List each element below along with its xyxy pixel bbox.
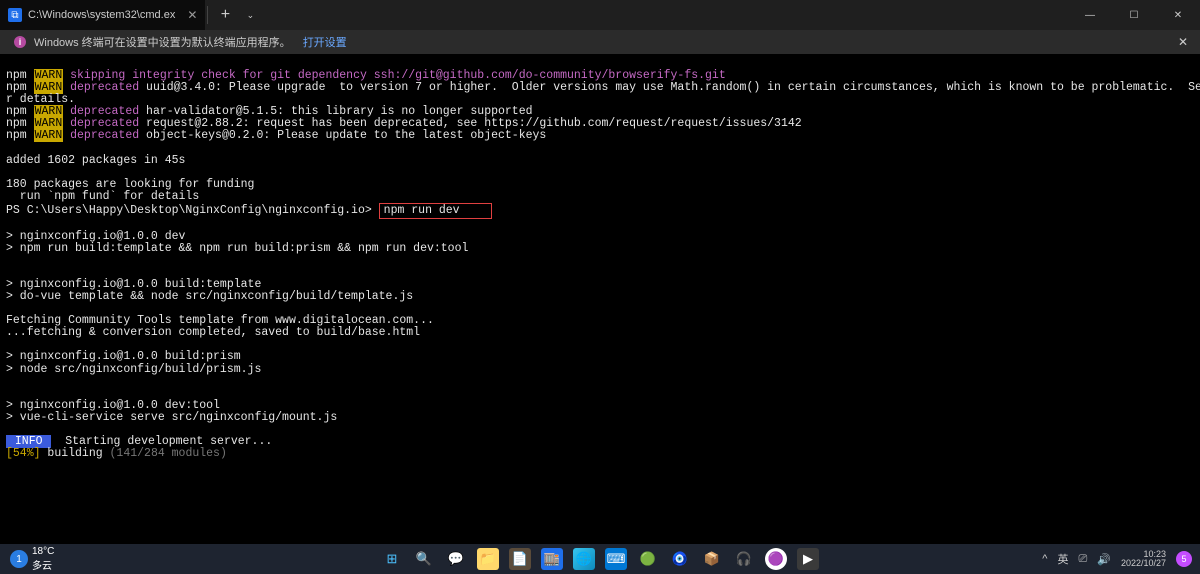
script-echo: > do-vue template && node src/nginxconfi…	[6, 290, 413, 303]
notification-badge[interactable]: 5	[1176, 551, 1192, 567]
progress-detail: (141/284 modules)	[110, 447, 227, 460]
info-text: Starting development server...	[51, 435, 272, 448]
powershell-icon: ⧉	[8, 8, 22, 22]
explorer-icon[interactable]: 📁	[477, 548, 499, 570]
weather-temp: 18°C	[32, 546, 54, 557]
warn-badge: WARN	[34, 81, 64, 94]
windows-taskbar: 1 18°C 多云 ⊞ 🔍 💬 📁 📄 🏬 🌐 ⌨ 🟢 🧿 📦 🎧 🟣 ▶ ^ …	[0, 544, 1200, 574]
store-icon[interactable]: 🏬	[541, 548, 563, 570]
network-icon[interactable]: ⎚	[1078, 553, 1087, 566]
volume-icon[interactable]: 🔊	[1097, 553, 1111, 566]
script-echo: > npm run build:template && npm run buil…	[6, 242, 468, 255]
clock-date: 2022/10/27	[1121, 559, 1166, 568]
prompt-path: PS C:\Users\Happy\Desktop\NginxConfig\ng…	[6, 204, 379, 217]
tab-close-icon[interactable]: ✕	[187, 8, 197, 22]
deprecated-label: deprecated	[63, 105, 139, 118]
notification-close-button[interactable]: ✕	[1178, 35, 1188, 49]
clock[interactable]: 10:23 2022/10/27	[1121, 550, 1166, 569]
script-echo: > nginxconfig.io@1.0.0 dev	[6, 230, 185, 243]
search-button[interactable]: 🔍	[413, 548, 435, 570]
progress-percent: [54%]	[6, 447, 41, 460]
window-close-button[interactable]: ✕	[1156, 0, 1200, 30]
highlighted-command: npm run dev	[379, 203, 493, 219]
taskbar-apps: ⊞ 🔍 💬 📁 📄 🏬 🌐 ⌨ 🟢 🧿 📦 🎧 🟣 ▶	[381, 548, 819, 570]
edge-icon[interactable]: 🌐	[573, 548, 595, 570]
fetch-line: ...fetching & conversion completed, save…	[6, 326, 420, 339]
install-summary: added 1602 packages in 45s	[6, 154, 185, 167]
terminal-output[interactable]: npm WARN skipping integrity check for gi…	[0, 54, 1200, 464]
warn-badge: WARN	[34, 69, 64, 82]
npm-label: npm	[6, 105, 34, 118]
app-icon[interactable]: 📄	[509, 548, 531, 570]
npm-label: npm	[6, 81, 34, 94]
funding-hint: run `npm fund` for details	[6, 190, 199, 203]
app-icon[interactable]: 🧿	[669, 548, 691, 570]
default-terminal-notification: i Windows 终端可在设置中设置为默认终端应用程序。 打开设置 ✕	[0, 30, 1200, 54]
task-view-button[interactable]: 💬	[445, 548, 467, 570]
deprecated-label: deprecated	[63, 81, 139, 94]
script-echo: > vue-cli-service serve src/nginxconfig/…	[6, 411, 337, 424]
warn-text: uuid@3.4.0: Please upgrade to version 7 …	[139, 81, 1200, 94]
tab-title: C:\Windows\system32\cmd.ex	[28, 9, 175, 21]
warn-text: har-validator@5.1.5: this library is no …	[139, 105, 532, 118]
npm-label: npm	[6, 69, 34, 82]
tab-separator	[207, 6, 208, 24]
taskbar-weather[interactable]: 1 18°C 多云	[10, 546, 54, 572]
script-echo: > node src/nginxconfig/build/prism.js	[6, 363, 261, 376]
weather-icon: 1	[10, 550, 28, 568]
fetch-line: Fetching Community Tools template from w…	[6, 314, 434, 327]
new-tab-button[interactable]: +	[210, 6, 240, 24]
script-echo: > nginxconfig.io@1.0.0 dev:tool	[6, 399, 220, 412]
notification-text: Windows 终端可在设置中设置为默认终端应用程序。	[34, 34, 291, 50]
chrome-icon[interactable]: 🟣	[765, 548, 787, 570]
wechat-icon[interactable]: 🟢	[637, 548, 659, 570]
open-settings-link[interactable]: 打开设置	[303, 34, 347, 50]
warn-badge: WARN	[34, 105, 64, 118]
vscode-icon[interactable]: ⌨	[605, 548, 627, 570]
terminal-icon[interactable]: ▶	[797, 548, 819, 570]
system-tray: ^ 英 ⎚ 🔊 10:23 2022/10/27 5	[1042, 550, 1192, 569]
script-echo: > nginxconfig.io@1.0.0 build:prism	[6, 350, 241, 363]
warn-badge: WARN	[34, 117, 64, 130]
deprecated-label: deprecated	[63, 117, 139, 130]
terminal-tab[interactable]: ⧉ C:\Windows\system32\cmd.ex ✕	[0, 0, 205, 30]
window-maximize-button[interactable]: ☐	[1112, 0, 1156, 30]
vs-icon[interactable]: 📦	[701, 548, 723, 570]
tray-overflow-button[interactable]: ^	[1042, 553, 1047, 565]
weather-cond: 多云	[32, 557, 54, 572]
npm-label: npm	[6, 117, 34, 130]
npm-label: npm	[6, 129, 34, 142]
script-echo: > nginxconfig.io@1.0.0 build:template	[6, 278, 261, 291]
window-titlebar: ⧉ C:\Windows\system32\cmd.ex ✕ + ⌄ — ☐ ✕	[0, 0, 1200, 30]
warn-badge: WARN	[34, 129, 64, 142]
tab-dropdown-button[interactable]: ⌄	[240, 10, 260, 21]
window-minimize-button[interactable]: —	[1068, 0, 1112, 30]
info-badge: INFO	[6, 435, 51, 448]
progress-label: building	[41, 447, 110, 460]
music-icon[interactable]: 🎧	[733, 548, 755, 570]
info-icon: i	[14, 36, 26, 48]
start-button[interactable]: ⊞	[381, 548, 403, 570]
funding-line: 180 packages are looking for funding	[6, 178, 254, 191]
warn-text: object-keys@0.2.0: Please update to the …	[139, 129, 546, 142]
deprecated-label: deprecated	[63, 129, 139, 142]
warn-text: skipping integrity check for git depende…	[63, 69, 726, 82]
warn-text-cont: r details.	[6, 93, 75, 106]
ime-indicator[interactable]: 英	[1057, 551, 1068, 567]
warn-text: request@2.88.2: request has been depreca…	[139, 117, 802, 130]
